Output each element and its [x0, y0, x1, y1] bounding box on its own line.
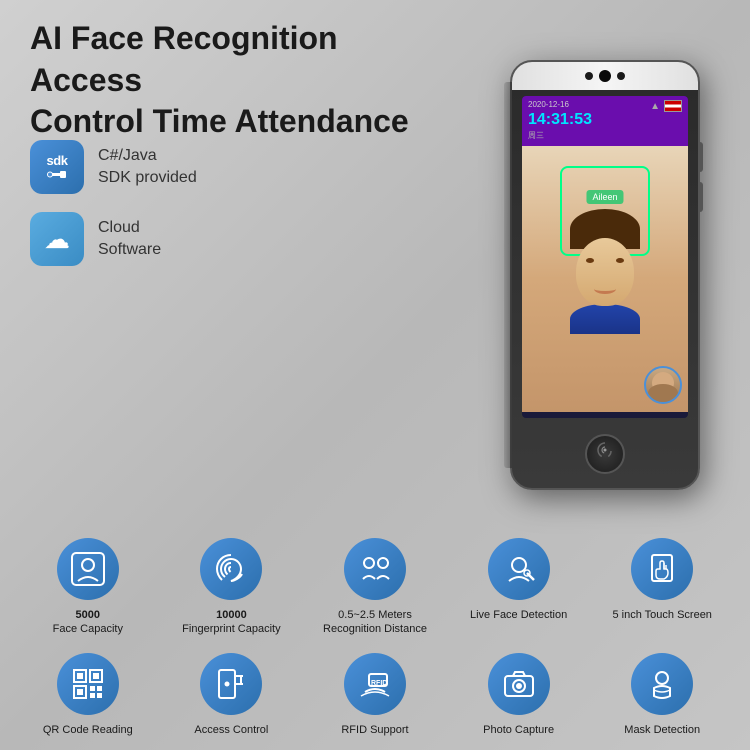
sdk-label-text: sdk [47, 153, 68, 168]
feature-face-capacity: 5000Face Capacity [20, 530, 156, 637]
touch-screen-icon [644, 551, 680, 587]
camera-icon [501, 666, 537, 702]
live-face-detection-icon [501, 551, 537, 587]
title-line1: AI Face Recognition Access [30, 20, 338, 98]
screen-face-area: Aileen [522, 146, 688, 412]
device-body: 2020-12-16 14:31:53 周三 ▲ Aileen [510, 60, 700, 490]
feature-icon-qr [57, 653, 119, 715]
feature-icon-recognition [344, 538, 406, 600]
cloud-icon: ☁ [30, 212, 84, 266]
feature-touch-screen: 5 inch Touch Screen [594, 530, 730, 637]
sdk-badge: sdk C#/Java SDK provided [30, 140, 197, 194]
sdk-badge-text: C#/Java SDK provided [98, 145, 197, 190]
fingerprint-button[interactable] [585, 434, 625, 474]
feature-label-camera: Photo Capture [483, 723, 554, 737]
eye-left [586, 258, 594, 263]
feature-label-recognition: 0.5~2.5 MetersRecognition Distance [323, 608, 427, 637]
camera-dot-left [585, 72, 593, 80]
flag-icon [664, 100, 682, 112]
feature-label-face-capacity: 5000Face Capacity [53, 608, 123, 637]
feature-recognition-distance: 0.5~2.5 MetersRecognition Distance [307, 530, 443, 637]
feature-qr-code: QR Code Reading [20, 645, 156, 737]
feature-live-face: Live Face Detection [451, 530, 587, 637]
body-graphic [570, 304, 640, 334]
feature-label-rfid: RFID Support [341, 723, 408, 737]
face-graphic [560, 224, 650, 334]
face-oval [576, 238, 634, 306]
qr-code-icon [70, 666, 106, 702]
title-line2: Control Time Attendance [30, 103, 409, 139]
sdk-subtitle: SDK provided [98, 167, 197, 189]
feature-icon-rfid: RFID [344, 653, 406, 715]
feature-label-live-face: Live Face Detection [470, 608, 567, 622]
rfid-icon: RFID [357, 666, 393, 702]
device-top-bar [512, 62, 698, 90]
feature-label-access: Access Control [194, 723, 268, 737]
feature-label-touch: 5 inch Touch Screen [612, 608, 711, 622]
wrench-icon [46, 168, 68, 182]
sdk-icon: sdk [30, 140, 84, 194]
mini-face-thumbnail [644, 366, 682, 404]
feature-mask-detection: Mask Detection [594, 645, 730, 737]
face-capacity-icon [70, 551, 106, 587]
feature-photo-capture: Photo Capture [451, 645, 587, 737]
camera-dot-center [599, 70, 611, 82]
mask-detection-icon [644, 666, 680, 702]
screen-time: 14:31:53 [528, 110, 682, 131]
cloud-badge: ☁ Cloud Software [30, 212, 197, 266]
camera-dot-right [617, 72, 625, 80]
feature-icon-camera [488, 653, 550, 715]
feature-label-qr: QR Code Reading [43, 723, 133, 737]
cloud-subtitle: Software [98, 239, 161, 261]
device-screen: 2020-12-16 14:31:53 周三 ▲ Aileen [522, 96, 688, 418]
feature-icon-touch [631, 538, 693, 600]
mouth [594, 284, 616, 294]
side-button-2 [698, 182, 703, 212]
page-title: AI Face Recognition Access Control Time … [30, 18, 450, 143]
features-grid: 5000Face Capacity 10000Fingerprint Capac… [20, 530, 730, 730]
cloud-badge-text: Cloud Software [98, 217, 161, 262]
person-name: Aileen [586, 190, 623, 204]
side-button-1 [698, 142, 703, 172]
feature-icon-face-capacity [57, 538, 119, 600]
feature-icon-fingerprint [200, 538, 262, 600]
badges-area: sdk C#/Java SDK provided ☁ Cloud [30, 140, 197, 266]
screen-time-bar: 2020-12-16 14:31:53 周三 ▲ [522, 96, 688, 146]
feature-rfid: RFID RFID Support [307, 645, 443, 737]
feature-icon-access [200, 653, 262, 715]
device-area: 2020-12-16 14:31:53 周三 ▲ Aileen [510, 60, 710, 500]
fingerprint-svg-icon [593, 442, 617, 466]
cloud-shape-icon: ☁ [44, 224, 70, 255]
cloud-title: Cloud [98, 217, 161, 239]
feature-icon-live-face [488, 538, 550, 600]
svg-text:RFID: RFID [371, 680, 387, 687]
page-content: AI Face Recognition Access Control Time … [0, 0, 750, 750]
feature-label-mask: Mask Detection [624, 723, 700, 737]
eye-right [616, 258, 624, 263]
wall-mount [504, 82, 512, 468]
access-control-icon [213, 666, 249, 702]
feature-fingerprint-capacity: 10000Fingerprint Capacity [164, 530, 300, 637]
feature-icon-mask [631, 653, 693, 715]
feature-label-fingerprint: 10000Fingerprint Capacity [182, 608, 280, 637]
wifi-icon: ▲ [650, 100, 660, 113]
screen-weekday: 周三 [528, 131, 682, 141]
fingerprint-capacity-icon [213, 551, 249, 587]
title-area: AI Face Recognition Access Control Time … [30, 18, 450, 143]
recognition-distance-icon [357, 551, 393, 587]
feature-access-control: Access Control [164, 645, 300, 737]
sdk-title: C#/Java [98, 145, 197, 167]
